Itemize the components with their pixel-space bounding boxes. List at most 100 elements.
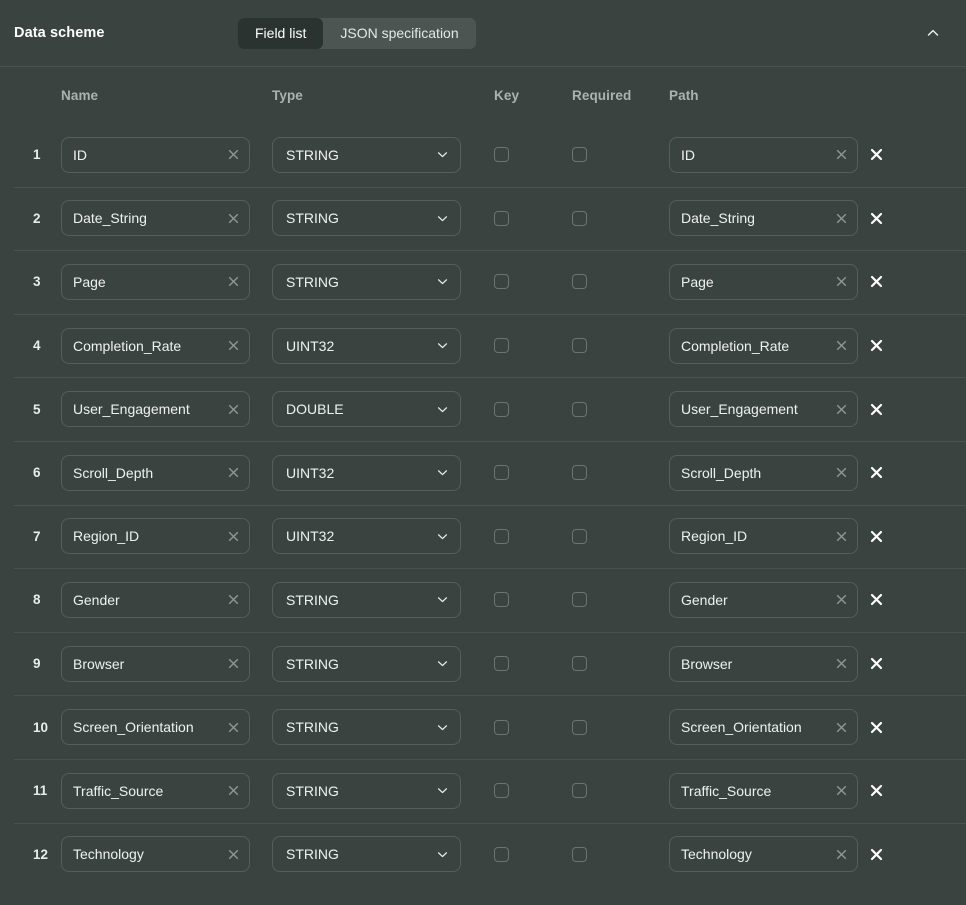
field-required-checkbox[interactable] bbox=[572, 338, 587, 354]
field-path-input[interactable]: Screen_Orientation bbox=[669, 709, 858, 746]
field-key-checkbox[interactable] bbox=[494, 846, 509, 862]
field-name-input[interactable]: User_Engagement bbox=[61, 391, 250, 428]
field-name-input[interactable]: Scroll_Depth bbox=[61, 454, 250, 491]
field-name-input[interactable]: Technology bbox=[61, 836, 250, 873]
field-required-checkbox[interactable] bbox=[572, 274, 587, 290]
field-path-input[interactable]: Date_String bbox=[669, 200, 858, 237]
field-name-input[interactable]: Completion_Rate bbox=[61, 327, 250, 364]
field-type-select[interactable]: STRING bbox=[272, 709, 461, 746]
field-type-select[interactable]: DOUBLE bbox=[272, 391, 461, 428]
field-name-input[interactable]: Region_ID bbox=[61, 518, 250, 555]
clear-field-name-icon[interactable] bbox=[223, 781, 243, 801]
field-key-checkbox[interactable] bbox=[494, 528, 509, 544]
field-path-input[interactable]: Scroll_Depth bbox=[669, 454, 858, 491]
field-path-input[interactable]: Gender bbox=[669, 581, 858, 618]
field-path-input[interactable]: Region_ID bbox=[669, 518, 858, 555]
field-key-checkbox[interactable] bbox=[494, 592, 509, 608]
field-key-checkbox[interactable] bbox=[494, 783, 509, 799]
delete-row-button[interactable] bbox=[865, 780, 887, 802]
field-required-checkbox[interactable] bbox=[572, 147, 587, 163]
field-key-checkbox[interactable] bbox=[494, 210, 509, 226]
field-type-select[interactable]: STRING bbox=[272, 836, 461, 873]
clear-field-path-icon[interactable] bbox=[831, 145, 851, 165]
field-key-checkbox[interactable] bbox=[494, 465, 509, 481]
delete-row-button[interactable] bbox=[865, 144, 887, 166]
field-key-checkbox[interactable] bbox=[494, 401, 509, 417]
field-required-checkbox[interactable] bbox=[572, 656, 587, 672]
field-name-input[interactable]: Browser bbox=[61, 645, 250, 682]
field-path-input[interactable]: Traffic_Source bbox=[669, 772, 858, 809]
clear-field-name-icon[interactable] bbox=[223, 654, 243, 674]
field-type-select[interactable]: UINT32 bbox=[272, 454, 461, 491]
tab-field-list[interactable]: Field list bbox=[238, 17, 324, 49]
field-type-select[interactable]: STRING bbox=[272, 200, 461, 237]
clear-field-path-icon[interactable] bbox=[831, 590, 851, 610]
collapse-panel-button[interactable] bbox=[920, 20, 946, 46]
field-type-select[interactable]: STRING bbox=[272, 581, 461, 618]
clear-field-path-icon[interactable] bbox=[831, 654, 851, 674]
clear-field-name-icon[interactable] bbox=[223, 844, 243, 864]
field-required-checkbox[interactable] bbox=[572, 401, 587, 417]
clear-field-path-icon[interactable] bbox=[831, 526, 851, 546]
field-key-checkbox[interactable] bbox=[494, 147, 509, 163]
field-key-checkbox[interactable] bbox=[494, 656, 509, 672]
delete-row-button[interactable] bbox=[865, 589, 887, 611]
field-type-select[interactable]: STRING bbox=[272, 772, 461, 809]
field-required-checkbox[interactable] bbox=[572, 719, 587, 735]
clear-field-path-icon[interactable] bbox=[831, 208, 851, 228]
field-name-input[interactable]: Gender bbox=[61, 581, 250, 618]
field-path-input[interactable]: Page bbox=[669, 263, 858, 300]
field-required-checkbox[interactable] bbox=[572, 846, 587, 862]
clear-field-name-icon[interactable] bbox=[223, 399, 243, 419]
delete-row-button[interactable] bbox=[865, 843, 887, 865]
field-type-select[interactable]: STRING bbox=[272, 645, 461, 682]
field-required-checkbox[interactable] bbox=[572, 210, 587, 226]
field-type-value: UINT32 bbox=[286, 528, 335, 545]
clear-field-name-icon[interactable] bbox=[223, 336, 243, 356]
field-required-checkbox[interactable] bbox=[572, 465, 587, 481]
clear-field-path-icon[interactable] bbox=[831, 844, 851, 864]
field-key-checkbox[interactable] bbox=[494, 338, 509, 354]
clear-field-path-icon[interactable] bbox=[831, 717, 851, 737]
delete-row-button[interactable] bbox=[865, 207, 887, 229]
delete-row-button[interactable] bbox=[865, 716, 887, 738]
clear-field-name-icon[interactable] bbox=[223, 208, 243, 228]
field-required-checkbox[interactable] bbox=[572, 528, 587, 544]
clear-field-name-icon[interactable] bbox=[223, 463, 243, 483]
tab-json-specification[interactable]: JSON specification bbox=[323, 18, 475, 49]
field-name-input[interactable]: Date_String bbox=[61, 200, 250, 237]
field-required-checkbox[interactable] bbox=[572, 592, 587, 608]
field-required-checkbox[interactable] bbox=[572, 783, 587, 799]
field-path-input[interactable]: Completion_Rate bbox=[669, 327, 858, 364]
delete-row-button[interactable] bbox=[865, 271, 887, 293]
clear-field-name-icon[interactable] bbox=[223, 590, 243, 610]
field-path-input[interactable]: User_Engagement bbox=[669, 391, 858, 428]
field-key-checkbox[interactable] bbox=[494, 719, 509, 735]
delete-row-button[interactable] bbox=[865, 398, 887, 420]
field-name-input[interactable]: Screen_Orientation bbox=[61, 709, 250, 746]
clear-field-name-icon[interactable] bbox=[223, 526, 243, 546]
field-type-select[interactable]: STRING bbox=[272, 136, 461, 173]
clear-field-path-icon[interactable] bbox=[831, 463, 851, 483]
clear-field-name-icon[interactable] bbox=[223, 145, 243, 165]
clear-field-path-icon[interactable] bbox=[831, 336, 851, 356]
clear-field-path-icon[interactable] bbox=[831, 272, 851, 292]
field-type-select[interactable]: UINT32 bbox=[272, 518, 461, 555]
field-key-checkbox[interactable] bbox=[494, 274, 509, 290]
field-path-input[interactable]: Browser bbox=[669, 645, 858, 682]
delete-row-button[interactable] bbox=[865, 462, 887, 484]
field-type-select[interactable]: STRING bbox=[272, 263, 461, 300]
field-type-select[interactable]: UINT32 bbox=[272, 327, 461, 364]
clear-field-path-icon[interactable] bbox=[831, 399, 851, 419]
field-name-input[interactable]: Traffic_Source bbox=[61, 772, 250, 809]
delete-row-button[interactable] bbox=[865, 525, 887, 547]
clear-field-path-icon[interactable] bbox=[831, 781, 851, 801]
clear-field-name-icon[interactable] bbox=[223, 272, 243, 292]
field-name-input[interactable]: Page bbox=[61, 263, 250, 300]
field-name-input[interactable]: ID bbox=[61, 136, 250, 173]
field-path-input[interactable]: ID bbox=[669, 136, 858, 173]
clear-field-name-icon[interactable] bbox=[223, 717, 243, 737]
delete-row-button[interactable] bbox=[865, 335, 887, 357]
field-path-input[interactable]: Technology bbox=[669, 836, 858, 873]
delete-row-button[interactable] bbox=[865, 653, 887, 675]
